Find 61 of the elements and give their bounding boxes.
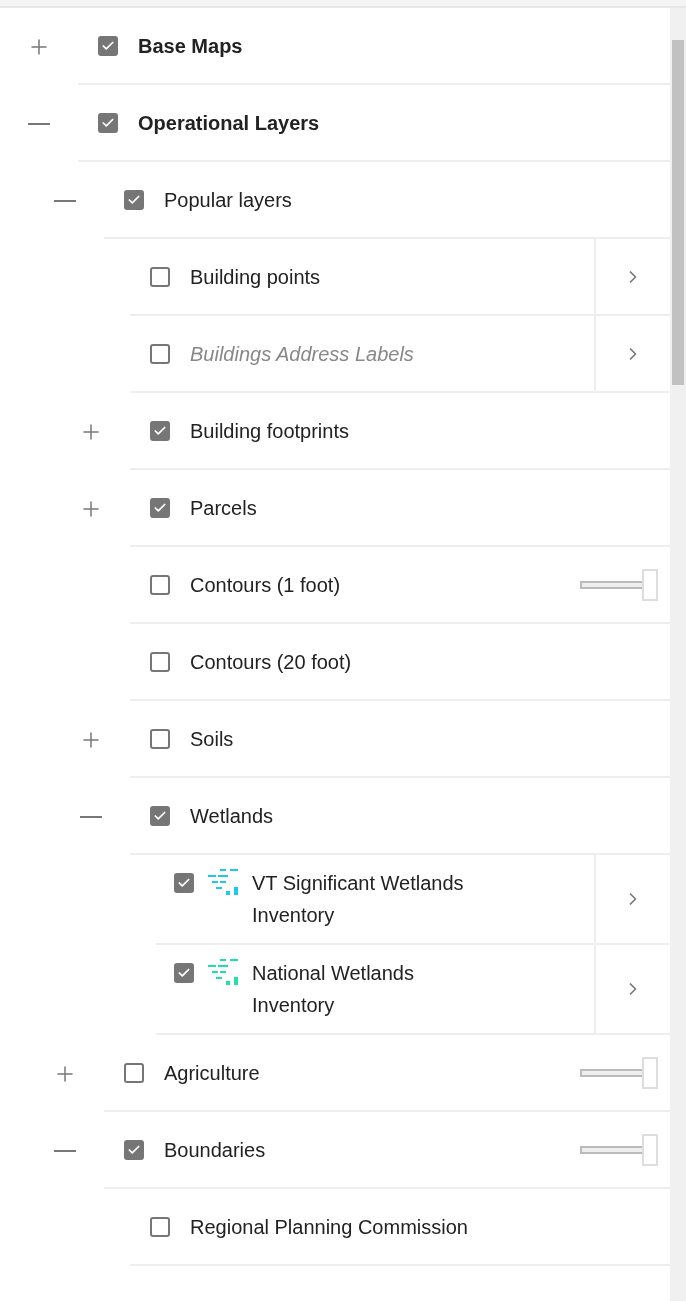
layer-checkbox[interactable] <box>150 805 170 826</box>
layer-checkbox[interactable] <box>98 35 118 56</box>
layer-row[interactable]: Agriculture <box>104 1035 670 1112</box>
layer-checkbox[interactable] <box>150 497 170 518</box>
layer-row[interactable]: National Wetlands Inventory <box>156 945 670 1035</box>
layer-row[interactable]: Soils <box>130 701 670 778</box>
layer-row[interactable]: Buildings Address Labels <box>130 316 670 393</box>
layer-label: Parcels <box>190 496 257 519</box>
layer-label: Boundaries <box>164 1138 266 1161</box>
minus-icon <box>80 815 102 818</box>
minus-icon <box>54 199 76 202</box>
layer-checkbox[interactable] <box>124 1062 144 1083</box>
layer-checkbox[interactable] <box>150 266 170 287</box>
layer-row[interactable]: Boundaries <box>104 1112 670 1189</box>
minus-icon <box>54 1149 76 1152</box>
layer-checkbox[interactable] <box>150 343 170 364</box>
layer-checkbox[interactable] <box>124 189 144 210</box>
layer-label: Contours (1 foot) <box>190 573 341 596</box>
layer-label: National Wetlands Inventory <box>252 961 415 1018</box>
layer-checkbox[interactable] <box>124 1139 144 1160</box>
layer-checkbox[interactable] <box>150 574 170 595</box>
layer-row[interactable]: Contours (20 foot) <box>130 624 670 701</box>
check-icon <box>177 966 191 980</box>
layer-row[interactable]: Popular layers <box>104 162 670 239</box>
opacity-slider[interactable] <box>580 1133 658 1166</box>
minus-icon <box>28 122 50 125</box>
opacity-slider[interactable] <box>580 568 658 601</box>
layer-row[interactable]: Base Maps <box>78 8 670 85</box>
layer-row[interactable]: Contours (1 foot) <box>130 547 670 624</box>
opacity-slider[interactable] <box>580 1056 658 1089</box>
layer-row[interactable]: Operational Layers <box>78 85 670 162</box>
layer-checkbox[interactable] <box>98 112 118 133</box>
layer-row[interactable]: Building points <box>130 239 670 316</box>
layer-label: Popular layers <box>164 188 292 211</box>
layer-row[interactable]: Building footprints <box>130 393 670 470</box>
layer-label: Wetlands <box>190 804 273 827</box>
layer-checkbox[interactable] <box>150 1216 170 1237</box>
check-icon <box>177 876 191 890</box>
layer-label: Buildings Address Labels <box>190 342 414 365</box>
layer-row[interactable]: VT Significant Wetlands Inventory <box>156 855 670 945</box>
layer-row[interactable]: Wetlands <box>130 778 670 855</box>
layer-label: Agriculture <box>164 1061 260 1084</box>
layer-label: Operational Layers <box>138 111 320 134</box>
layer-checkbox[interactable] <box>150 728 170 749</box>
layer-label: Building footprints <box>190 419 349 442</box>
layer-label: Soils <box>190 727 234 750</box>
layer-checkbox[interactable] <box>150 420 170 441</box>
layer-label: Building points <box>190 265 321 288</box>
slider-thumb[interactable] <box>642 1056 658 1089</box>
scrollbar[interactable] <box>670 8 686 1301</box>
layer-checkbox[interactable] <box>174 873 194 893</box>
slider-thumb[interactable] <box>642 1133 658 1166</box>
slider-thumb[interactable] <box>642 568 658 601</box>
layer-row[interactable]: Parcels <box>130 470 670 547</box>
layer-label: Base Maps <box>138 34 243 57</box>
layer-label: Contours (20 foot) <box>190 650 352 673</box>
layer-label: VT Significant Wetlands Inventory <box>252 871 465 928</box>
layer-label: Regional Planning Commission <box>190 1215 468 1238</box>
layer-checkbox[interactable] <box>150 651 170 672</box>
layer-row[interactable]: Regional Planning Commission <box>130 1189 670 1266</box>
layer-checkbox[interactable] <box>174 963 194 983</box>
